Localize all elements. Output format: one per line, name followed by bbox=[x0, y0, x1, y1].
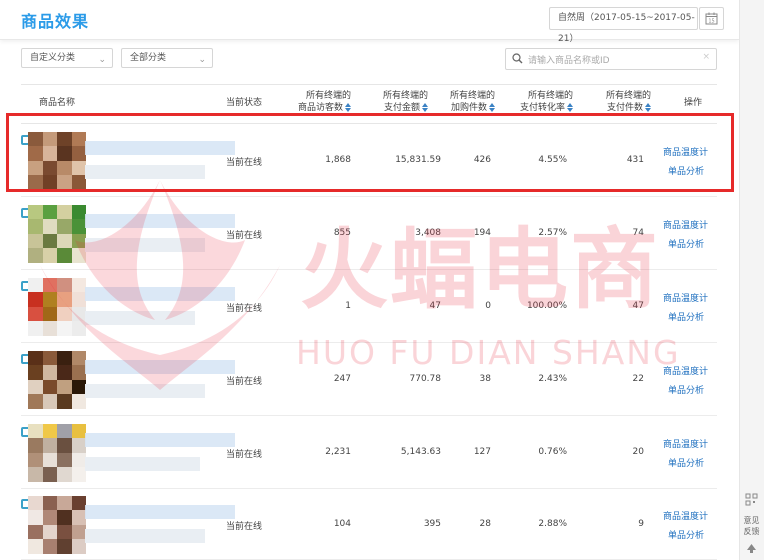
col-ops: 操作 bbox=[684, 98, 703, 108]
watermark-text: 火蝠电商 bbox=[300, 218, 661, 321]
calendar-button[interactable]: 15 bbox=[699, 7, 724, 30]
col-product-name: 商品名称 bbox=[39, 98, 76, 108]
item-analysis-link[interactable]: 单品分析 bbox=[668, 528, 704, 541]
product-id-blurred bbox=[85, 456, 200, 471]
sort-icon[interactable] bbox=[489, 103, 495, 112]
cell-cart: 28 bbox=[479, 518, 491, 529]
qrcode-icon[interactable] bbox=[741, 493, 762, 509]
product-title-blurred[interactable] bbox=[85, 504, 235, 519]
right-side-strip bbox=[739, 0, 764, 560]
cell-rate: 2.43% bbox=[538, 373, 567, 384]
cell-rate: 2.88% bbox=[538, 518, 567, 529]
col-cart[interactable]: 所有终端的 加购件数 bbox=[419, 90, 495, 114]
sort-icon[interactable] bbox=[645, 103, 651, 112]
col-status: 当前状态 bbox=[226, 98, 263, 108]
search-placeholder: 请输入商品名称或ID bbox=[528, 56, 610, 66]
product-thermometer-link[interactable]: 商品温度计 bbox=[663, 218, 708, 231]
svg-text:15: 15 bbox=[708, 19, 714, 25]
all-category-select[interactable]: 全部分类 ⌄ bbox=[121, 48, 213, 68]
back-to-top-icon[interactable] bbox=[741, 543, 762, 557]
chevron-down-icon: ⌄ bbox=[198, 55, 206, 65]
calendar-icon: 15 bbox=[705, 12, 718, 25]
cell-cart: 38 bbox=[479, 373, 491, 384]
page-header: 商品效果 自然周（2017-05-15~2017-05-21） 15 bbox=[0, 0, 739, 44]
all-category-label: 全部分类 bbox=[130, 53, 167, 63]
table-row: 当前在线 104 395 28 2.88% 9 商品温度计 单品分析 bbox=[21, 489, 717, 560]
sort-icon[interactable] bbox=[567, 103, 573, 112]
cell-rate: 0.76% bbox=[538, 446, 567, 457]
search-input[interactable]: 请输入商品名称或ID × bbox=[505, 48, 717, 70]
product-thermometer-link[interactable]: 商品温度计 bbox=[663, 291, 708, 304]
col-visitors[interactable]: 所有终端的 商品访客数 bbox=[289, 90, 351, 114]
page-title: 商品效果 bbox=[21, 12, 90, 31]
col-pieces[interactable]: 所有终端的 支付件数 bbox=[577, 90, 651, 114]
product-thumbnail[interactable] bbox=[28, 495, 86, 554]
feedback-button[interactable]: 意见 反馈 bbox=[741, 515, 762, 537]
cell-pieces: 9 bbox=[638, 518, 644, 529]
cell-status: 当前在线 bbox=[226, 521, 263, 532]
chevron-down-icon: ⌄ bbox=[98, 55, 106, 65]
item-analysis-link[interactable]: 单品分析 bbox=[668, 456, 704, 469]
table-row: 当前在线 2,231 5,143.63 127 0.76% 20 商品温度计 单品分析 bbox=[21, 416, 717, 489]
search-icon bbox=[512, 53, 523, 64]
clear-icon[interactable]: × bbox=[702, 52, 710, 62]
cell-pieces: 22 bbox=[632, 373, 644, 384]
product-title-blurred[interactable] bbox=[85, 432, 235, 447]
watermark-subtext: HUO FU DIAN SHANG bbox=[296, 333, 681, 372]
sort-icon[interactable] bbox=[345, 103, 351, 112]
custom-category-label: 自定义分类 bbox=[30, 53, 76, 63]
product-thermometer-link[interactable]: 商品温度计 bbox=[663, 437, 708, 450]
cell-pieces: 20 bbox=[632, 446, 644, 457]
cell-visitors: 2,231 bbox=[325, 446, 351, 457]
product-thermometer-link[interactable]: 商品温度计 bbox=[663, 509, 708, 522]
custom-category-select[interactable]: 自定义分类 ⌄ bbox=[21, 48, 113, 68]
item-analysis-link[interactable]: 单品分析 bbox=[668, 383, 704, 396]
item-analysis-link[interactable]: 单品分析 bbox=[668, 310, 704, 323]
col-rate[interactable]: 所有终端的 支付转化率 bbox=[499, 90, 573, 114]
cell-visitors: 247 bbox=[333, 373, 351, 384]
date-range-selector[interactable]: 自然周（2017-05-15~2017-05-21） bbox=[549, 7, 698, 44]
item-analysis-link[interactable]: 单品分析 bbox=[668, 237, 704, 250]
cell-status: 当前在线 bbox=[226, 449, 263, 460]
cell-cart: 127 bbox=[473, 446, 491, 457]
product-thumbnail[interactable] bbox=[28, 423, 86, 482]
product-id-blurred bbox=[85, 528, 205, 543]
watermark-logo bbox=[40, 180, 280, 390]
cell-visitors: 104 bbox=[333, 518, 351, 529]
